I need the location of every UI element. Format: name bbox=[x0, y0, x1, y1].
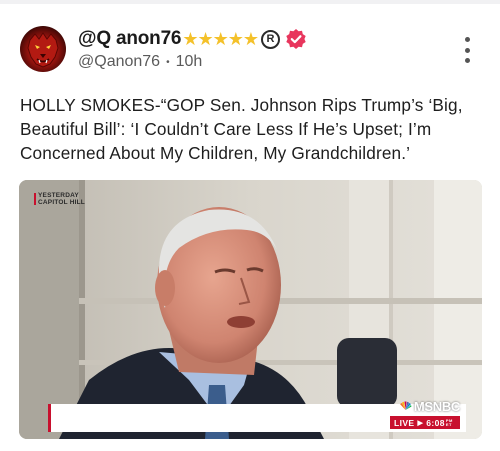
registered-icon: R bbox=[261, 29, 280, 49]
peacock-icon bbox=[399, 401, 412, 410]
video-thumbnail[interactable]: YESTERDAY CAPITOL HILL MSNBC LIVE ▶ 6:08… bbox=[19, 180, 482, 439]
menu-dot bbox=[464, 37, 470, 42]
network-logo: MSNBC bbox=[390, 398, 460, 414]
location-bug-line1: YESTERDAY bbox=[38, 192, 79, 199]
menu-dot bbox=[464, 58, 470, 63]
user-avatar[interactable] bbox=[20, 26, 66, 72]
network-name: MSNBC bbox=[413, 398, 460, 414]
live-time-suffix: PM ET bbox=[445, 417, 453, 427]
live-indicator: LIVE ▶ 6:08 PM ET bbox=[390, 416, 460, 429]
handle[interactable]: @Qanon76 bbox=[78, 53, 160, 71]
verified-badge-icon bbox=[286, 29, 306, 49]
network-bug: MSNBC LIVE ▶ 6:08 PM ET bbox=[390, 399, 460, 432]
menu-dot bbox=[464, 47, 470, 53]
stars-badge: ★★★★★ bbox=[182, 29, 259, 49]
timestamp[interactable]: 10h bbox=[176, 53, 203, 71]
post-body-text: HOLLY SMOKES-“GOP Sen. Johnson Rips Trum… bbox=[20, 95, 463, 163]
author-row[interactable]: @Q anon76 ★★★★★ R bbox=[78, 27, 307, 51]
location-bug-line2: CAPITOL HILL bbox=[38, 199, 85, 206]
more-options-icon[interactable] bbox=[459, 37, 475, 63]
top-divider bbox=[0, 0, 500, 4]
post-meta: @Qanon76 • 10h bbox=[78, 53, 202, 71]
meta-separator: • bbox=[166, 56, 170, 68]
chevron-right-icon: ▶ bbox=[417, 419, 424, 427]
display-name[interactable]: @Q anon76 bbox=[78, 28, 182, 50]
live-label: LIVE bbox=[394, 417, 415, 428]
location-bug: YESTERDAY CAPITOL HILL bbox=[34, 192, 85, 206]
live-time: 6:08 bbox=[426, 417, 445, 428]
